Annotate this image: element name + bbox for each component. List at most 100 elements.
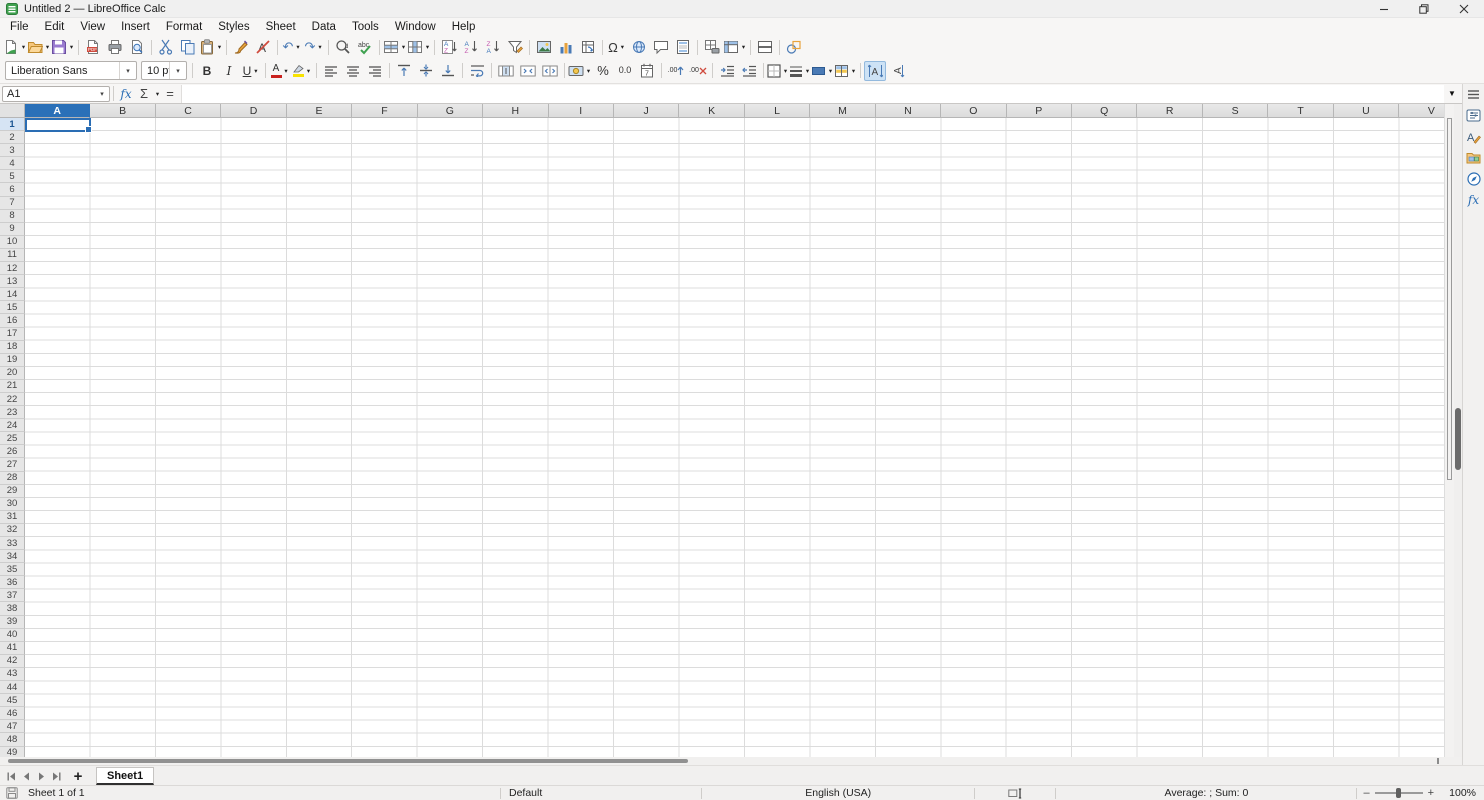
row-header-40[interactable]: 40 [0, 629, 25, 642]
row-header-18[interactable]: 18 [0, 341, 25, 354]
row-header-16[interactable]: 16 [0, 314, 25, 327]
font-color-button[interactable]: A ▾ [269, 61, 291, 81]
spelling-button[interactable]: abc [354, 37, 376, 57]
function-wizard-button[interactable]: fx [117, 85, 135, 103]
column-header-P[interactable]: P [1007, 104, 1072, 118]
align-top-button[interactable] [393, 61, 415, 81]
row-header-30[interactable]: 30 [0, 498, 25, 511]
unmerge-cells-button[interactable] [539, 61, 561, 81]
special-character-dropdown[interactable]: ▾ [619, 43, 626, 51]
add-sheet-button[interactable]: + [68, 767, 88, 785]
column-header-G[interactable]: G [418, 104, 483, 118]
row-header-35[interactable]: 35 [0, 563, 25, 576]
select-function-dropdown[interactable]: ▾ [154, 90, 161, 98]
columns-menu-button[interactable]: ▾ [407, 37, 431, 57]
menu-window[interactable]: Window [387, 18, 444, 36]
horizontal-scrollbar-thumb[interactable] [8, 759, 688, 763]
conditional-formatting-button[interactable]: ▾ [834, 61, 857, 81]
row-header-25[interactable]: 25 [0, 432, 25, 445]
cell-cursor[interactable] [25, 118, 91, 132]
copy-button[interactable] [177, 37, 199, 57]
define-print-area-button[interactable] [701, 37, 723, 57]
column-header-A[interactable]: A [25, 104, 90, 118]
column-header-Q[interactable]: Q [1072, 104, 1137, 118]
decrease-indent-button[interactable] [738, 61, 760, 81]
row-header-7[interactable]: 7 [0, 197, 25, 210]
save-dropdown[interactable]: ▾ [68, 43, 75, 51]
paste-button[interactable]: ▾ [199, 37, 223, 57]
undo-dropdown[interactable]: ▾ [294, 43, 301, 51]
row-header-19[interactable]: 19 [0, 354, 25, 367]
delete-decimal-button[interactable]: .00 [687, 61, 709, 81]
align-bottom-button[interactable] [437, 61, 459, 81]
row-header-42[interactable]: 42 [0, 655, 25, 668]
row-header-8[interactable]: 8 [0, 210, 25, 223]
cell-grid[interactable] [25, 118, 1444, 757]
column-header-N[interactable]: N [876, 104, 941, 118]
row-header-45[interactable]: 45 [0, 694, 25, 707]
highlighting-color-button[interactable]: ▾ [291, 61, 313, 81]
text-direction-ttb-button[interactable]: A [886, 61, 908, 81]
columns-dropdown[interactable]: ▾ [424, 43, 431, 51]
sidebar-gallery-button[interactable] [1463, 147, 1484, 168]
expand-formula-bar-button[interactable]: ▼ [1444, 85, 1460, 103]
horizontal-scrollbar[interactable] [0, 757, 1484, 765]
row-header-3[interactable]: 3 [0, 144, 25, 157]
row-header-43[interactable]: 43 [0, 668, 25, 681]
sheet-tab-sheet1[interactable]: Sheet1 [96, 767, 154, 785]
selection-mode-icon[interactable] [1008, 788, 1022, 799]
formula-button[interactable]: = [161, 85, 179, 103]
row-header-33[interactable]: 33 [0, 537, 25, 550]
column-header-U[interactable]: U [1334, 104, 1399, 118]
row-header-5[interactable]: 5 [0, 170, 25, 183]
column-header-F[interactable]: F [352, 104, 417, 118]
open-button[interactable]: ▾ [27, 37, 51, 57]
column-header-D[interactable]: D [221, 104, 286, 118]
borders-dropdown[interactable]: ▾ [782, 67, 789, 75]
row-header-41[interactable]: 41 [0, 642, 25, 655]
rows-menu-button[interactable]: ▾ [383, 37, 407, 57]
insert-comment-button[interactable] [650, 37, 672, 57]
row-header-29[interactable]: 29 [0, 485, 25, 498]
sort-ascending-button[interactable]: A Z [460, 37, 482, 57]
font-name-dropdown[interactable]: ▾ [119, 62, 136, 79]
next-sheet-button[interactable] [34, 767, 49, 785]
row-header-10[interactable]: 10 [0, 236, 25, 249]
language-status[interactable]: English (USA) [805, 787, 871, 799]
column-header-T[interactable]: T [1268, 104, 1333, 118]
align-center-button[interactable] [342, 61, 364, 81]
format-percent-button[interactable]: % [592, 61, 614, 81]
conditional-formatting-dropdown[interactable]: ▾ [850, 67, 857, 75]
headers-footers-button[interactable] [672, 37, 694, 57]
vertical-scrollbar-thumb[interactable] [1447, 118, 1452, 480]
menu-data[interactable]: Data [304, 18, 344, 36]
column-header-M[interactable]: M [810, 104, 875, 118]
clear-formatting-button[interactable]: A [252, 37, 274, 57]
row-header-23[interactable]: 23 [0, 406, 25, 419]
row-header-13[interactable]: 13 [0, 275, 25, 288]
special-character-button[interactable]: Ω ▾ [606, 37, 628, 57]
menu-tools[interactable]: Tools [344, 18, 387, 36]
row-header-48[interactable]: 48 [0, 733, 25, 746]
row-header-36[interactable]: 36 [0, 576, 25, 589]
font-size-dropdown[interactable]: ▾ [169, 62, 186, 79]
wrap-text-button[interactable] [466, 61, 488, 81]
format-date-button[interactable]: 7 [636, 61, 658, 81]
paste-dropdown[interactable]: ▾ [216, 43, 223, 51]
undo-button[interactable]: ↶ ▾ [281, 37, 303, 57]
merge-center-cells-button[interactable] [495, 61, 517, 81]
formula-input-line[interactable] [181, 85, 1444, 103]
last-sheet-button[interactable] [49, 767, 64, 785]
insert-image-button[interactable] [533, 37, 555, 57]
row-header-37[interactable]: 37 [0, 589, 25, 602]
row-header-28[interactable]: 28 [0, 472, 25, 485]
row-header-27[interactable]: 27 [0, 458, 25, 471]
highlighting-color-dropdown[interactable]: ▾ [305, 67, 312, 75]
row-header-34[interactable]: 34 [0, 550, 25, 563]
print-preview-button[interactable] [126, 37, 148, 57]
sidebar-functions-button[interactable]: fx [1463, 189, 1484, 210]
column-header-O[interactable]: O [941, 104, 1006, 118]
font-name-combo[interactable]: Liberation Sans ▾ [5, 61, 137, 80]
row-header-49[interactable]: 49 [0, 747, 25, 758]
column-header-H[interactable]: H [483, 104, 548, 118]
